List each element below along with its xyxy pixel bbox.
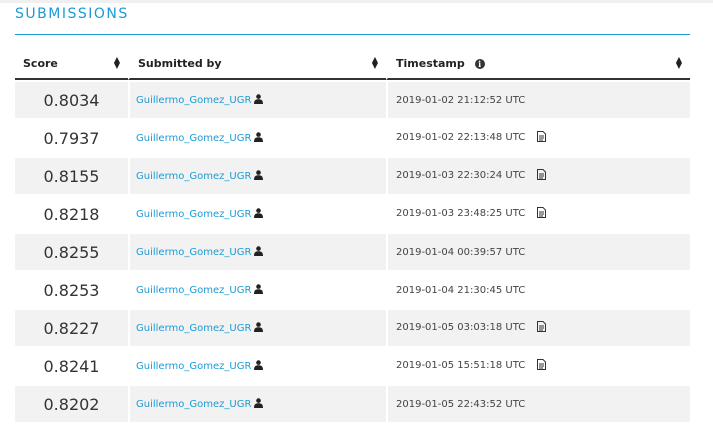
top-divider bbox=[0, 0, 713, 3]
submitted-by-cell: Guillermo_Gomez_UGR bbox=[128, 308, 386, 346]
score-value: 0.8155 bbox=[43, 166, 100, 186]
user-link[interactable]: Guillermo_Gomez_UGR bbox=[136, 133, 251, 144]
document-icon[interactable] bbox=[537, 321, 547, 335]
document-icon[interactable] bbox=[537, 169, 547, 183]
score-value: 0.8202 bbox=[43, 394, 100, 414]
score-cell: 0.8202 bbox=[15, 384, 128, 422]
person-icon bbox=[254, 93, 264, 107]
score-cell: 0.7937 bbox=[15, 118, 128, 156]
score-value: 0.8255 bbox=[43, 242, 100, 262]
person-icon bbox=[254, 283, 264, 297]
sort-icon[interactable]: ▲ ▼ bbox=[676, 56, 682, 70]
user-link[interactable]: Guillermo_Gomez_UGR bbox=[136, 285, 251, 296]
submitted-by-cell: Guillermo_Gomez_UGR bbox=[128, 270, 386, 308]
score-value: 0.8253 bbox=[43, 280, 100, 300]
score-cell: 0.8255 bbox=[15, 232, 128, 270]
timestamp-cell: 2019-01-05 22:43:52 UTC bbox=[386, 384, 690, 422]
table-row: 0.8255 Guillermo_Gomez_UGR 2019-01-04 00:3… bbox=[15, 232, 690, 270]
score-value: 0.8241 bbox=[43, 356, 100, 376]
timestamp-value: 2019-01-02 22:13:48 UTC bbox=[396, 132, 526, 143]
user-link[interactable]: Guillermo_Gomez_UGR bbox=[136, 95, 251, 106]
timestamp-value: 2019-01-04 00:39:57 UTC bbox=[396, 246, 526, 258]
score-cell: 0.8218 bbox=[15, 194, 128, 232]
user-link[interactable]: Guillermo_Gomez_UGR bbox=[136, 323, 251, 334]
score-value: 0.8034 bbox=[43, 90, 100, 110]
submitted-by-cell: Guillermo_Gomez_UGR bbox=[128, 80, 386, 118]
table-row: 0.8034 Guillermo_Gomez_UGR 2019-01-02 21:1… bbox=[15, 80, 690, 118]
table-row: 0.8241 Guillermo_Gomez_UGR 2019-01-05 15:5… bbox=[15, 346, 690, 384]
table-row: 0.7937 Guillermo_Gomez_UGR 2019-01-02 22:1… bbox=[15, 118, 690, 156]
header-score[interactable]: Score ▲ ▼ bbox=[15, 48, 128, 80]
submitted-by-cell: Guillermo_Gomez_UGR bbox=[128, 194, 386, 232]
person-icon bbox=[254, 245, 264, 259]
score-cell: 0.8155 bbox=[15, 156, 128, 194]
timestamp-cell: 2019-01-03 23:48:25 UTC bbox=[386, 194, 690, 232]
score-value: 0.8227 bbox=[43, 318, 100, 338]
submitted-by-cell: Guillermo_Gomez_UGR bbox=[128, 384, 386, 422]
sort-icon[interactable]: ▲ ▼ bbox=[372, 56, 378, 70]
timestamp-value: 2019-01-05 22:43:52 UTC bbox=[396, 398, 526, 410]
submitted-by-cell: Guillermo_Gomez_UGR bbox=[128, 346, 386, 384]
user-link[interactable]: Guillermo_Gomez_UGR bbox=[136, 399, 251, 410]
table-header-row: Score ▲ ▼ Submitted by ▲ ▼ Timestamp i ▲ ▼ bbox=[15, 48, 690, 80]
header-score-label: Score bbox=[23, 56, 58, 70]
sort-icon[interactable]: ▲ ▼ bbox=[114, 56, 120, 70]
timestamp-value: 2019-01-03 22:30:24 UTC bbox=[396, 170, 526, 181]
timestamp-cell: 2019-01-05 15:51:18 UTC bbox=[386, 346, 690, 384]
document-icon[interactable] bbox=[537, 207, 547, 221]
title-underline bbox=[15, 34, 690, 35]
header-timestamp-label: Timestamp bbox=[396, 56, 465, 70]
document-icon[interactable] bbox=[537, 359, 547, 373]
submitted-by-cell: Guillermo_Gomez_UGR bbox=[128, 232, 386, 270]
user-link[interactable]: Guillermo_Gomez_UGR bbox=[136, 361, 251, 372]
score-cell: 0.8253 bbox=[15, 270, 128, 308]
document-icon[interactable] bbox=[537, 131, 547, 145]
table-row: 0.8227 Guillermo_Gomez_UGR 2019-01-05 03:0… bbox=[15, 308, 690, 346]
timestamp-cell: 2019-01-05 03:03:18 UTC bbox=[386, 308, 690, 346]
timestamp-value: 2019-01-03 23:48:25 UTC bbox=[396, 208, 526, 219]
score-value: 0.8218 bbox=[43, 204, 100, 224]
submissions-table: Score ▲ ▼ Submitted by ▲ ▼ Timestamp i ▲ ▼ … bbox=[15, 48, 690, 422]
timestamp-value: 2019-01-02 21:12:52 UTC bbox=[396, 94, 526, 106]
table-row: 0.8218 Guillermo_Gomez_UGR 2019-01-03 23:4… bbox=[15, 194, 690, 232]
info-icon[interactable]: i bbox=[474, 58, 485, 69]
person-icon bbox=[254, 321, 264, 335]
table-row: 0.8202 Guillermo_Gomez_UGR 2019-01-05 22:4… bbox=[15, 384, 690, 422]
timestamp-cell: 2019-01-02 22:13:48 UTC bbox=[386, 118, 690, 156]
submitted-by-cell: Guillermo_Gomez_UGR bbox=[128, 156, 386, 194]
score-cell: 0.8034 bbox=[15, 80, 128, 118]
person-icon bbox=[254, 169, 264, 183]
timestamp-cell: 2019-01-04 21:30:45 UTC bbox=[386, 270, 690, 308]
timestamp-value: 2019-01-05 03:03:18 UTC bbox=[396, 322, 526, 333]
score-value: 0.7937 bbox=[43, 128, 100, 148]
user-link[interactable]: Guillermo_Gomez_UGR bbox=[136, 209, 251, 220]
timestamp-value: 2019-01-04 21:30:45 UTC bbox=[396, 284, 526, 296]
score-cell: 0.8227 bbox=[15, 308, 128, 346]
user-link[interactable]: Guillermo_Gomez_UGR bbox=[136, 247, 251, 258]
timestamp-cell: 2019-01-04 00:39:57 UTC bbox=[386, 232, 690, 270]
person-icon bbox=[254, 397, 264, 411]
timestamp-cell: 2019-01-03 22:30:24 UTC bbox=[386, 156, 690, 194]
score-cell: 0.8241 bbox=[15, 346, 128, 384]
person-icon bbox=[254, 359, 264, 373]
header-submitted-by[interactable]: Submitted by ▲ ▼ bbox=[128, 48, 386, 80]
user-link[interactable]: Guillermo_Gomez_UGR bbox=[136, 171, 251, 182]
header-submitted-by-label: Submitted by bbox=[138, 56, 222, 70]
timestamp-value: 2019-01-05 15:51:18 UTC bbox=[396, 360, 526, 371]
header-timestamp[interactable]: Timestamp i ▲ ▼ bbox=[386, 48, 690, 80]
table-row: 0.8253 Guillermo_Gomez_UGR 2019-01-04 21:3… bbox=[15, 270, 690, 308]
submitted-by-cell: Guillermo_Gomez_UGR bbox=[128, 118, 386, 156]
person-icon bbox=[254, 207, 264, 221]
table-row: 0.8155 Guillermo_Gomez_UGR 2019-01-03 22:3… bbox=[15, 156, 690, 194]
timestamp-cell: 2019-01-02 21:12:52 UTC bbox=[386, 80, 690, 118]
section-title: SUBMISSIONS bbox=[15, 6, 129, 22]
person-icon bbox=[254, 131, 264, 145]
